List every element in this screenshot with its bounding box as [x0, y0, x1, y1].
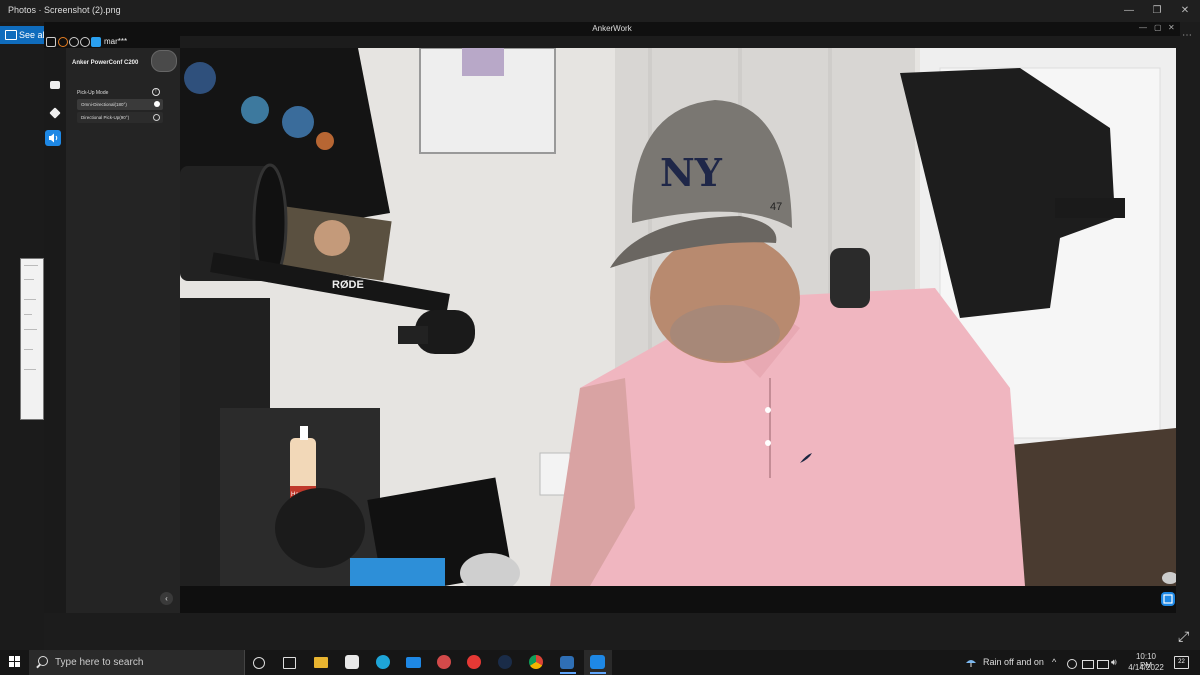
photos-maximize-button[interactable]: ❐ [1150, 4, 1164, 18]
photos-app-icon[interactable] [560, 656, 574, 669]
camera-scene: RØDE Hand Sol NY 47 [180, 48, 1176, 586]
tray-app-icon[interactable] [1067, 659, 1077, 669]
info-icon[interactable]: ! [152, 88, 160, 96]
more-options-icon[interactable]: ⋯ [1182, 30, 1192, 41]
pickup-option-label: Omni-Directional(180°) [81, 102, 127, 107]
help-icon[interactable] [69, 37, 79, 47]
gallery-icon [5, 30, 17, 40]
radio-checked-icon [154, 101, 160, 107]
steam-icon[interactable] [498, 655, 512, 669]
ankerwork-app-icon [590, 655, 605, 669]
photos-titlebar: Photos · Screenshot (2).png [0, 0, 1200, 22]
volume-icon[interactable]: 🔊︎ [1111, 657, 1117, 668]
chrome-icon[interactable] [529, 655, 543, 669]
cortana-icon[interactable] [253, 657, 265, 669]
task-view-icon[interactable] [283, 657, 296, 669]
app-icon-1[interactable] [437, 655, 451, 669]
filmstrip-thumbnail[interactable] [20, 258, 44, 420]
mail-icon[interactable] [406, 657, 421, 668]
cap-side-logo: 47 [770, 201, 782, 213]
layout-icon[interactable] [46, 37, 56, 47]
pickup-option-label: Directional Pick-Up(90°) [81, 115, 130, 120]
camera-settings-icon[interactable] [50, 81, 60, 89]
device-settings-panel [66, 48, 180, 613]
cap-logo: NY [660, 150, 723, 195]
notification-center-icon[interactable]: 22 [1174, 656, 1189, 669]
photos-minimize-button[interactable]: — [1122, 4, 1136, 18]
ankerwork-title: AnkerWork [592, 24, 632, 33]
file-explorer-icon[interactable] [314, 657, 328, 668]
settings-icon[interactable] [80, 37, 90, 47]
weather-rain-icon[interactable] [965, 655, 977, 667]
microsoft-store-icon[interactable] [345, 655, 359, 669]
user-name[interactable]: mar*** [104, 37, 127, 46]
device-name: Anker PowerConf C200 [72, 60, 139, 66]
photos-close-button[interactable]: ✕ [1178, 4, 1192, 18]
search-placeholder: Type here to search [55, 657, 144, 668]
mic-brand-label: RØDE [332, 279, 364, 291]
preview-bottom-bar [180, 586, 1176, 613]
active-indicator [560, 672, 576, 674]
pickup-option-directional[interactable]: Directional Pick-Up(90°) [77, 112, 163, 123]
user-avatar[interactable] [91, 37, 101, 47]
camera-preview: RØDE Hand Sol NY 47 [180, 48, 1176, 586]
clock-date[interactable]: 4/14/2022 [1127, 663, 1165, 672]
pickup-mode-label: Pick-Up Mode [77, 90, 109, 96]
ankerwork-maximize-button[interactable]: ▢ [1154, 23, 1162, 32]
active-indicator [590, 672, 606, 674]
collapse-panel-button[interactable]: ‹ [160, 592, 173, 605]
expand-icon[interactable]: ⤢ [1178, 628, 1189, 645]
audio-settings-icon[interactable] [45, 130, 61, 146]
windows-start-icon[interactable] [9, 656, 21, 668]
see-all-label: See all [19, 30, 47, 40]
webcam-image [151, 50, 177, 72]
photos-title: Photos · Screenshot (2).png [8, 5, 121, 15]
pickup-option-omni[interactable]: Omni-Directional(180°) [77, 99, 163, 110]
capture-button[interactable] [1161, 592, 1175, 606]
ankerwork-titlebar: AnkerWork [44, 22, 1180, 36]
ankerwork-close-button[interactable]: ✕ [1168, 23, 1175, 32]
show-hidden-icons-button[interactable]: ^ [1052, 657, 1056, 667]
alert-icon[interactable] [58, 37, 68, 47]
battery-icon[interactable] [1082, 660, 1094, 669]
network-icon[interactable] [1097, 660, 1109, 669]
radio-unchecked-icon [153, 114, 160, 121]
ankerwork-minimize-button[interactable]: — [1139, 23, 1147, 32]
app-icon-2[interactable] [467, 655, 481, 669]
weather-text[interactable]: Rain off and on [983, 657, 1044, 667]
edge-icon[interactable] [376, 655, 390, 669]
